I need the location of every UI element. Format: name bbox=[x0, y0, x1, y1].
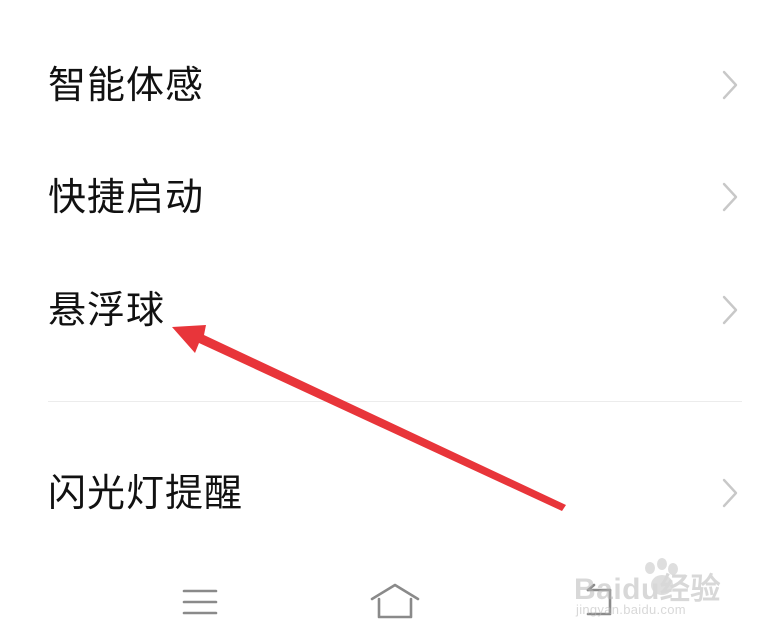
settings-item-quick-launch[interactable]: 快捷启动 bbox=[0, 152, 780, 242]
settings-item-label: 悬浮球 bbox=[48, 288, 166, 332]
settings-item-label: 智能体感 bbox=[48, 63, 205, 107]
settings-item-label: 快捷启动 bbox=[48, 175, 205, 219]
navigation-bar bbox=[0, 560, 780, 642]
menu-icon bbox=[182, 589, 218, 615]
settings-item-flash-notification[interactable]: 闪光灯提醒 bbox=[0, 448, 780, 538]
home-icon bbox=[370, 583, 420, 619]
chevron-right-icon bbox=[722, 295, 738, 325]
section-divider bbox=[48, 401, 742, 402]
back-icon bbox=[586, 583, 612, 616]
chevron-right-icon bbox=[722, 70, 738, 100]
back-button[interactable] bbox=[570, 578, 630, 626]
menu-button[interactable] bbox=[170, 578, 230, 626]
home-button[interactable] bbox=[365, 578, 425, 626]
settings-screen: 智能体感 快捷启动 悬浮球 闪光灯提醒 Baidu经验 jingyan.baid… bbox=[0, 0, 780, 642]
settings-item-smart-motion[interactable]: 智能体感 bbox=[0, 40, 780, 130]
settings-item-floating-ball[interactable]: 悬浮球 bbox=[0, 265, 780, 355]
chevron-right-icon bbox=[722, 182, 738, 212]
settings-item-label: 闪光灯提醒 bbox=[48, 471, 244, 515]
chevron-right-icon bbox=[722, 478, 738, 508]
